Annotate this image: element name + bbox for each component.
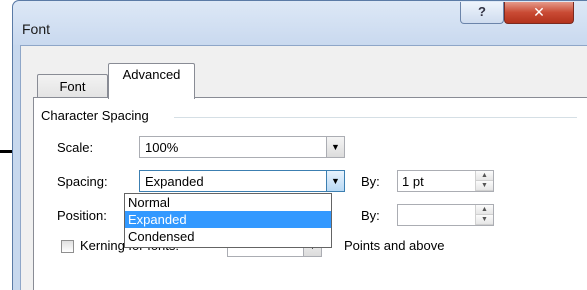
position-by-label: By: [361, 208, 380, 223]
window-title: Font [22, 21, 51, 37]
spin-down-icon[interactable]: ▼ [476, 215, 493, 225]
spacing-dropdown-list: Normal Expanded Condensed [124, 193, 332, 248]
scale-value: 100% [145, 140, 179, 155]
group-divider [174, 117, 577, 118]
chevron-down-icon[interactable]: ▼ [326, 171, 344, 191]
spacing-by-spinner[interactable]: 1 pt ▲ ▼ [397, 170, 494, 192]
spacing-by-value[interactable]: 1 pt [402, 174, 424, 189]
left-edge-marker [0, 150, 12, 153]
spin-down-icon[interactable]: ▼ [476, 181, 493, 191]
spin-up-icon[interactable]: ▲ [476, 205, 493, 215]
dropdown-option-normal[interactable]: Normal [125, 194, 331, 211]
dialog-client-area: Font Advanced Character Spacing Scale: 1… [20, 45, 587, 290]
dropdown-option-condensed[interactable]: Condensed [125, 228, 331, 245]
tab-advanced-label: Advanced [122, 67, 181, 82]
close-icon: ✕ [533, 4, 545, 20]
spacing-label: Spacing: [57, 174, 108, 189]
tab-font-label: Font [59, 79, 86, 94]
kerning-suffix-label: Points and above [344, 238, 445, 253]
tab-advanced[interactable]: Advanced [108, 63, 195, 99]
tab-font[interactable]: Font [37, 74, 108, 98]
kerning-checkbox[interactable] [61, 240, 74, 253]
dropdown-option-expanded[interactable]: Expanded [125, 211, 331, 228]
position-label: Position: [57, 208, 107, 223]
position-by-spinner[interactable]: ▲ ▼ [397, 204, 494, 226]
spacing-by-label: By: [361, 174, 380, 189]
character-spacing-heading: Character Spacing [41, 108, 149, 123]
scale-label: Scale: [57, 140, 94, 155]
spacing-combo[interactable]: Expanded ▼ [139, 170, 345, 192]
help-button[interactable]: ? [460, 2, 504, 24]
title-bar: Font ? ✕ [13, 1, 587, 45]
scale-combo[interactable]: 100% ▼ [139, 136, 345, 158]
spinner-arrows: ▲ ▼ [475, 171, 493, 191]
close-button[interactable]: ✕ [504, 2, 574, 24]
spinner-arrows: ▲ ▼ [475, 205, 493, 225]
spin-up-icon[interactable]: ▲ [476, 171, 493, 181]
spacing-value: Expanded [145, 174, 204, 189]
chevron-down-icon[interactable]: ▼ [326, 137, 344, 157]
